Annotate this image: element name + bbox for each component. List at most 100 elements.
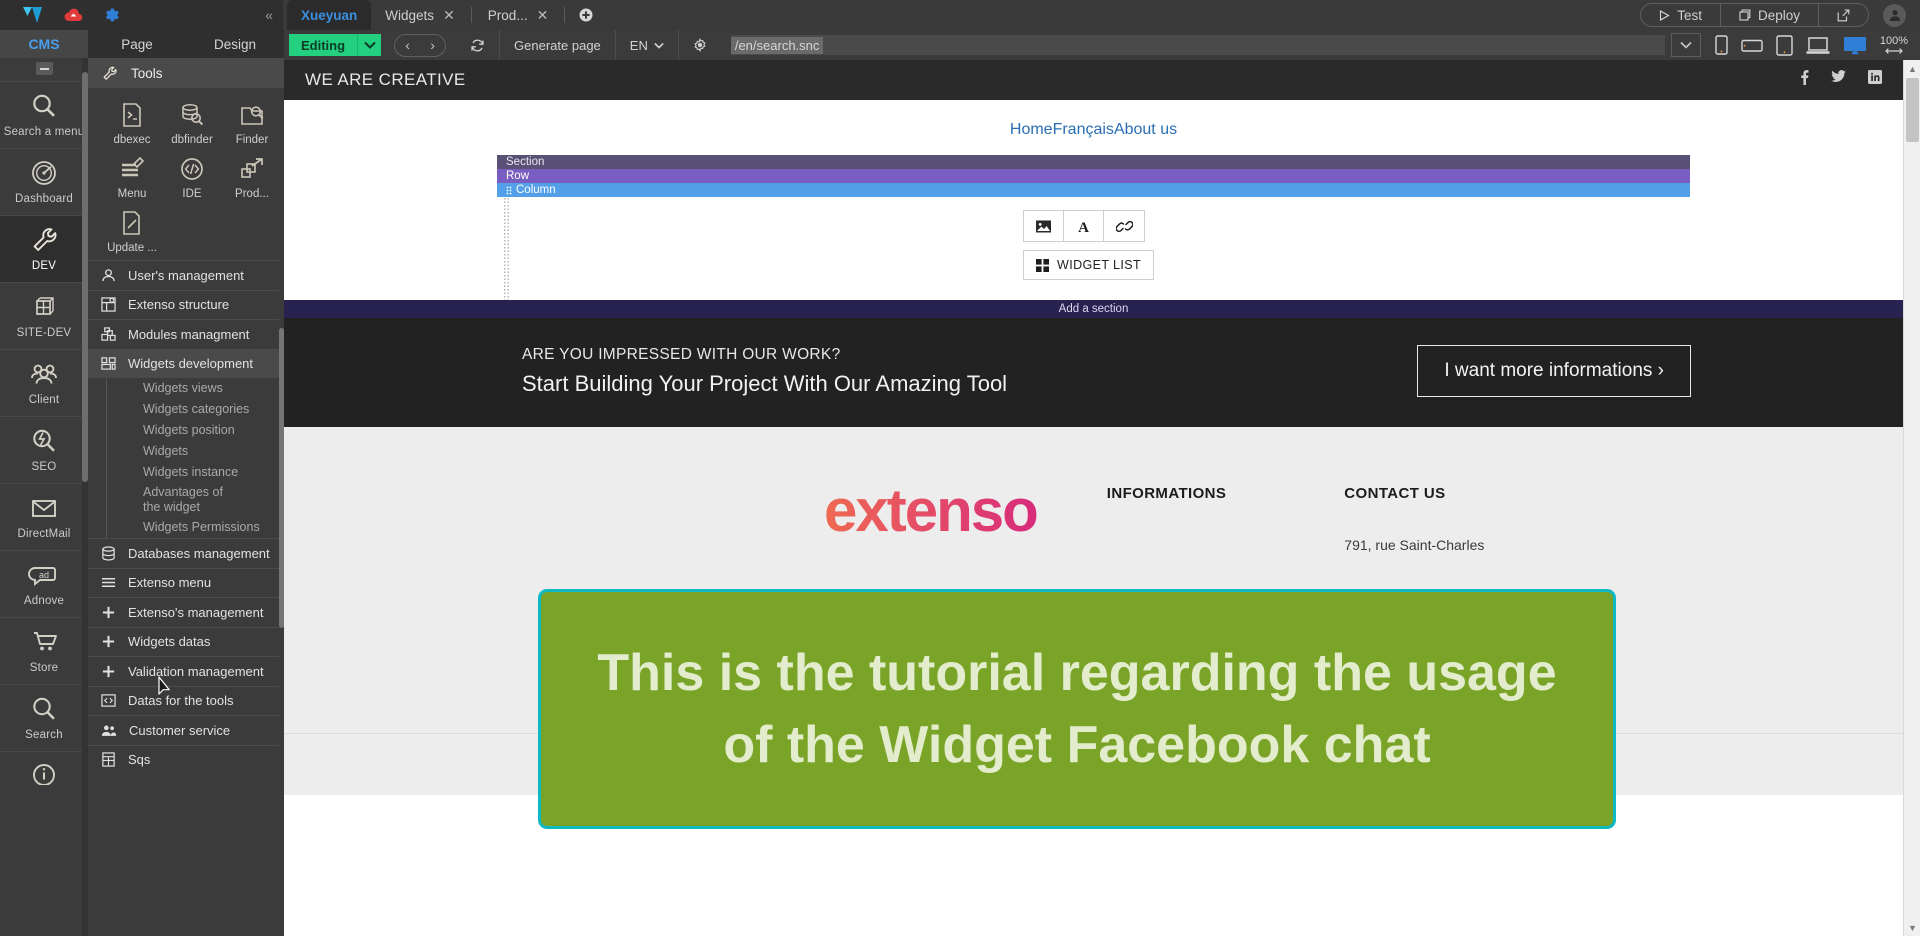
text-icon[interactable]: A	[1064, 211, 1104, 241]
rail-item-label: Search a menu	[3, 126, 85, 138]
rail-item-store[interactable]: Store	[0, 617, 88, 684]
chevron-right-icon[interactable]: ›	[420, 37, 445, 53]
rail-item-search[interactable]: Search	[0, 684, 88, 751]
submenu-item-widgets-instance[interactable]: Widgets instance	[107, 462, 284, 483]
user-avatar-icon[interactable]	[1883, 3, 1906, 27]
tool-dbexec[interactable]: dbexec	[102, 96, 162, 150]
tool-finder[interactable]: Finder	[222, 96, 282, 150]
tool-prod[interactable]: Prod...	[222, 150, 282, 204]
zoom-level[interactable]: 100%	[1880, 35, 1908, 55]
chevron-down-icon[interactable]	[357, 34, 382, 56]
url-input[interactable]: /en/search.snc	[730, 36, 824, 54]
submenu-item-widgets-views[interactable]: Widgets views	[107, 378, 284, 399]
rail-item-info[interactable]	[0, 751, 88, 795]
menu-item-extenso-structure[interactable]: Extenso structure	[88, 289, 284, 320]
minus-box-icon[interactable]	[35, 62, 53, 75]
menu-item-datas-for-the-tools[interactable]: Datas for the tools	[88, 685, 284, 716]
menu-item-customer-service[interactable]: Customer service	[88, 715, 284, 745]
gear-icon[interactable]	[103, 7, 119, 23]
add-a-section-button[interactable]: Add a section	[284, 300, 1903, 318]
test-button[interactable]: Test	[1641, 4, 1721, 26]
external-link-icon	[1837, 8, 1850, 21]
plus-circle-icon[interactable]	[567, 8, 605, 22]
menu-item-sqs[interactable]: Sqs	[88, 744, 284, 775]
caret-up-icon[interactable]: ▲	[1904, 60, 1920, 77]
url-bar[interactable]: /en/search.snc	[730, 35, 1665, 55]
tool-update[interactable]: Update ...	[102, 204, 162, 258]
widget-list-button[interactable]: WIDGET LIST	[1023, 250, 1155, 280]
tab-page[interactable]: Page	[88, 30, 186, 58]
canvas-scroll-thumb[interactable]	[1906, 78, 1919, 142]
language-select[interactable]: EN	[614, 30, 678, 60]
column-label[interactable]: Column	[497, 183, 1690, 197]
column-body[interactable]: A WIDGET LIST	[497, 197, 1690, 300]
device-mobile-portrait-icon[interactable]	[1715, 35, 1728, 55]
link-icon[interactable]	[1104, 211, 1144, 241]
canvas-scrollbar[interactable]: ▲ ▼	[1903, 60, 1920, 936]
linkedin-icon[interactable]	[1868, 70, 1882, 90]
twitter-icon[interactable]	[1831, 70, 1846, 90]
rail-item-seo[interactable]: SEO	[0, 416, 88, 483]
rail-item-directmail[interactable]: DirectMail	[0, 483, 88, 550]
image-icon[interactable]	[1024, 211, 1064, 241]
rail-item-client[interactable]: Client	[0, 349, 88, 416]
row-label[interactable]: Row	[497, 169, 1690, 183]
rail-item-label: Search	[25, 729, 63, 741]
gear-icon	[694, 38, 706, 52]
close-icon[interactable]: ✕	[443, 8, 455, 22]
menu-item-users-management[interactable]: User's management	[88, 260, 284, 290]
tools-section-header[interactable]: Tools	[88, 58, 284, 88]
deploy-button[interactable]: Deploy	[1721, 4, 1819, 26]
rail-item-dev[interactable]: DEV	[0, 215, 88, 282]
menu-item-extenso-menu[interactable]: Extenso menu	[88, 567, 284, 598]
device-laptop-icon[interactable]	[1806, 36, 1830, 55]
submenu-item-widgets-permissions[interactable]: Widgets Permissions	[107, 517, 284, 538]
shopping-cart-icon	[34, 632, 57, 651]
rail-item-site-dev[interactable]: SITE-DEV	[0, 282, 88, 349]
generate-page-button[interactable]: Generate page	[499, 30, 615, 60]
tab-widgets[interactable]: Widgets ✕	[371, 0, 469, 30]
tool-menu[interactable]: Menu	[102, 150, 162, 204]
submenu-item-widgets-position[interactable]: Widgets position	[107, 420, 284, 441]
nav-link-francais[interactable]: Français	[1053, 121, 1114, 138]
menu-item-databases-management[interactable]: Databases management	[88, 538, 284, 568]
cloud-upload-icon[interactable]	[64, 8, 83, 23]
widget-quick-buttons: A	[1023, 210, 1145, 242]
rail-item-search-a-menu[interactable]: Search a menu	[0, 81, 88, 148]
menu-item-widgets-development[interactable]: Widgets development	[88, 348, 284, 378]
menu-item-extensos-management[interactable]: Extenso's management	[88, 597, 284, 627]
submenu-item-advantages-of-the-widget[interactable]: Advantages of the widget	[107, 483, 227, 517]
rail-item-dashboard[interactable]: Dashboard	[0, 148, 88, 215]
extenso-logo-icon[interactable]	[22, 6, 44, 24]
tool-dbfinder[interactable]: dbfinder	[162, 96, 222, 150]
facebook-icon[interactable]	[1800, 70, 1809, 90]
close-icon[interactable]: ✕	[537, 8, 549, 22]
section-label[interactable]: Section	[497, 155, 1690, 169]
site-brand: WE ARE CREATIVE	[305, 70, 466, 89]
nav-link-about-us[interactable]: About us	[1114, 121, 1177, 138]
url-dropdown-button[interactable]	[1670, 33, 1701, 57]
device-mobile-landscape-icon[interactable]	[1741, 38, 1763, 53]
open-external-button[interactable]	[1819, 4, 1868, 26]
caret-down-icon[interactable]: ▼	[1904, 919, 1920, 936]
device-desktop-icon[interactable]	[1843, 36, 1867, 55]
menu-item-validation-management[interactable]: Validation management	[88, 656, 284, 686]
editor-settings-button[interactable]	[677, 30, 721, 60]
tool-ide[interactable]: IDE	[162, 150, 222, 204]
tab-design[interactable]: Design	[186, 30, 284, 58]
menu-item-modules-managment[interactable]: Modules managment	[88, 319, 284, 349]
tab-prod[interactable]: Prod... ✕	[474, 0, 563, 30]
collapse-sidebar-icon[interactable]: «	[265, 7, 273, 23]
menu-item-widgets-datas[interactable]: Widgets datas	[88, 626, 284, 657]
rail-item-adnove[interactable]: ad Adnove	[0, 550, 88, 617]
submenu-item-widgets[interactable]: Widgets	[107, 441, 284, 462]
chevron-left-icon[interactable]: ‹	[395, 37, 420, 53]
editing-mode-button[interactable]: Editing	[289, 34, 358, 56]
cta-button[interactable]: I want more informations ›	[1417, 345, 1691, 397]
tab-xueyuan[interactable]: Xueyuan	[287, 0, 372, 30]
refresh-button[interactable]	[456, 30, 499, 60]
device-tablet-icon[interactable]	[1776, 34, 1793, 56]
drag-handle-icon[interactable]	[506, 185, 512, 195]
nav-link-home[interactable]: Home	[1010, 121, 1053, 138]
submenu-item-widgets-categories[interactable]: Widgets categories	[107, 399, 284, 420]
